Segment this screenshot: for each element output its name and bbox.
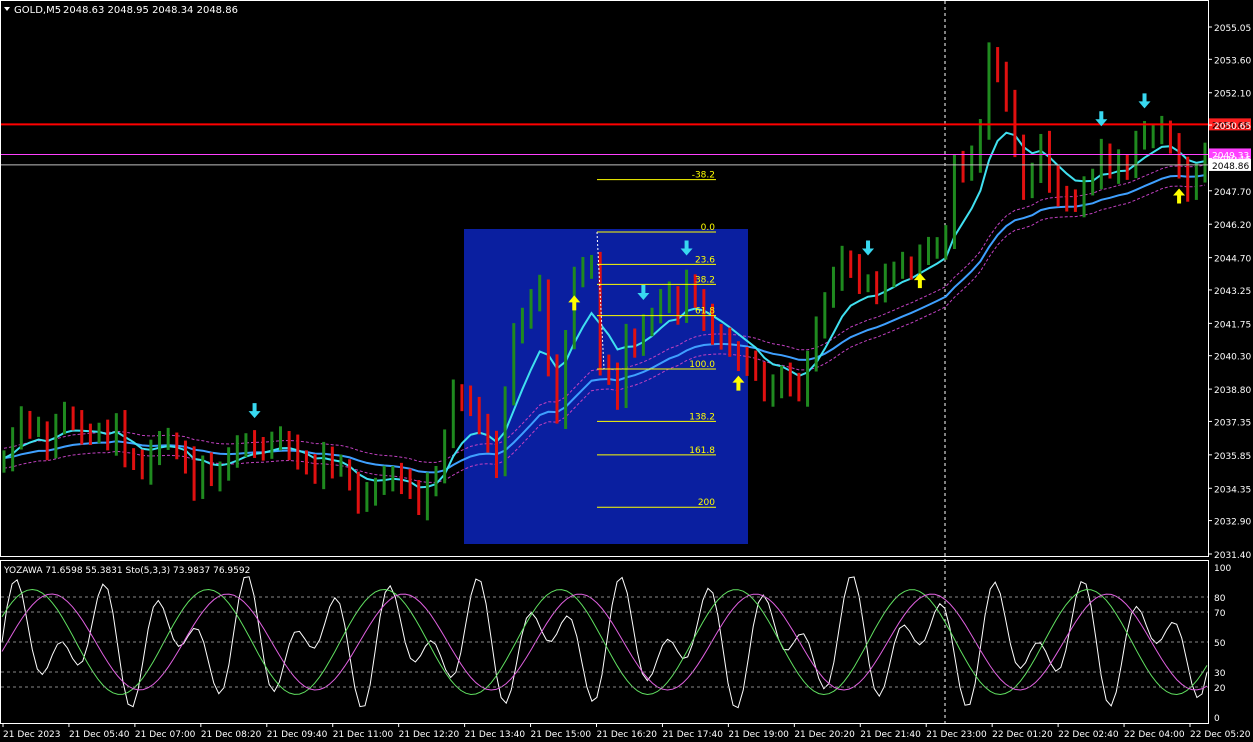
fib-level-label: 23.6 — [695, 255, 715, 265]
time-tick-label: 21 Dec 23:00 — [926, 730, 987, 740]
time-tick-label: 21 Dec 12:20 — [399, 730, 460, 740]
price-tick-label: 2055.05 — [1214, 24, 1251, 34]
trading-chart[interactable]: 2050.682049.332048.86 -38.20.023.638.261… — [0, 0, 1253, 742]
price-tick-label: 2052.10 — [1214, 90, 1251, 100]
price-tick-label: 2035.85 — [1214, 452, 1251, 462]
oscillator-tick-label: 100 — [1214, 564, 1231, 574]
time-tick-label: 21 Dec 17:40 — [662, 730, 723, 740]
oscillator-tick-label: 50 — [1214, 639, 1226, 649]
price-tick-label: 2031.40 — [1214, 551, 1251, 561]
price-tick-label: 2037.35 — [1214, 418, 1251, 428]
fib-level-label: 38.2 — [695, 275, 715, 285]
fib-level-label: 61.8 — [695, 307, 715, 317]
price-tick-label: 2050.65 — [1214, 122, 1251, 132]
price-tick-label: 2034.35 — [1214, 485, 1251, 495]
price-tick-label: 2046.20 — [1214, 221, 1251, 231]
price-tick-label: 2041.75 — [1214, 320, 1251, 330]
oscillator-tick-label: 0 — [1214, 714, 1220, 724]
price-tick-label: 2049.15 — [1214, 155, 1251, 165]
time-tick-label: 21 Dec 2023 — [3, 730, 61, 740]
time-tick-label: 21 Dec 09:40 — [267, 730, 328, 740]
fib-level-label: 138.2 — [689, 412, 715, 422]
price-tick-label: 2043.25 — [1214, 287, 1251, 297]
fib-level-label: 0.0 — [701, 223, 716, 233]
time-tick-label: 22 Dec 04:00 — [1124, 730, 1185, 740]
price-tick-label: 2053.60 — [1214, 56, 1251, 66]
ohlc-label: 2048.63 2048.95 2048.34 2048.86 — [63, 5, 238, 16]
indicator-label: YOZAWA 71.6598 55.3831 Sto(5,3,3) 73.983… — [3, 566, 250, 576]
oscillator-tick-label: 70 — [1214, 609, 1226, 619]
price-tick-label: 2044.70 — [1214, 255, 1251, 265]
price-tick-label: 2040.30 — [1214, 353, 1251, 363]
time-tick-label: 21 Dec 15:00 — [531, 730, 592, 740]
time-tick-label: 21 Dec 16:20 — [597, 730, 658, 740]
time-tick-label: 21 Dec 20:20 — [794, 730, 855, 740]
time-tick-label: 22 Dec 01:20 — [992, 730, 1053, 740]
time-tick-label: 21 Dec 21:40 — [860, 730, 921, 740]
time-tick-label: 22 Dec 02:40 — [1058, 730, 1119, 740]
price-tick-label: 2038.80 — [1214, 386, 1251, 396]
time-tick-label: 21 Dec 11:00 — [333, 730, 394, 740]
fib-level-label: 200 — [698, 498, 715, 508]
oscillator-tick-label: 20 — [1214, 684, 1226, 694]
fib-level-label: -38.2 — [692, 171, 715, 181]
symbol-label: GOLD,M5 — [14, 5, 61, 16]
price-tick-label: 2032.90 — [1214, 518, 1251, 528]
oscillator-tick-label: 30 — [1214, 669, 1226, 679]
time-tick-label: 21 Dec 13:40 — [465, 730, 526, 740]
time-tick-label: 21 Dec 07:00 — [135, 730, 196, 740]
fib-level-label: 161.8 — [689, 446, 715, 456]
oscillator-tick-label: 80 — [1214, 594, 1226, 604]
fib-level-label: 100.0 — [689, 360, 715, 370]
time-tick-label: 21 Dec 05:40 — [69, 730, 130, 740]
time-tick-label: 22 Dec 05:20 — [1190, 730, 1251, 740]
price-tick-label: 2047.70 — [1214, 188, 1251, 198]
time-tick-label: 21 Dec 08:20 — [201, 730, 262, 740]
time-tick-label: 21 Dec 19:00 — [728, 730, 789, 740]
